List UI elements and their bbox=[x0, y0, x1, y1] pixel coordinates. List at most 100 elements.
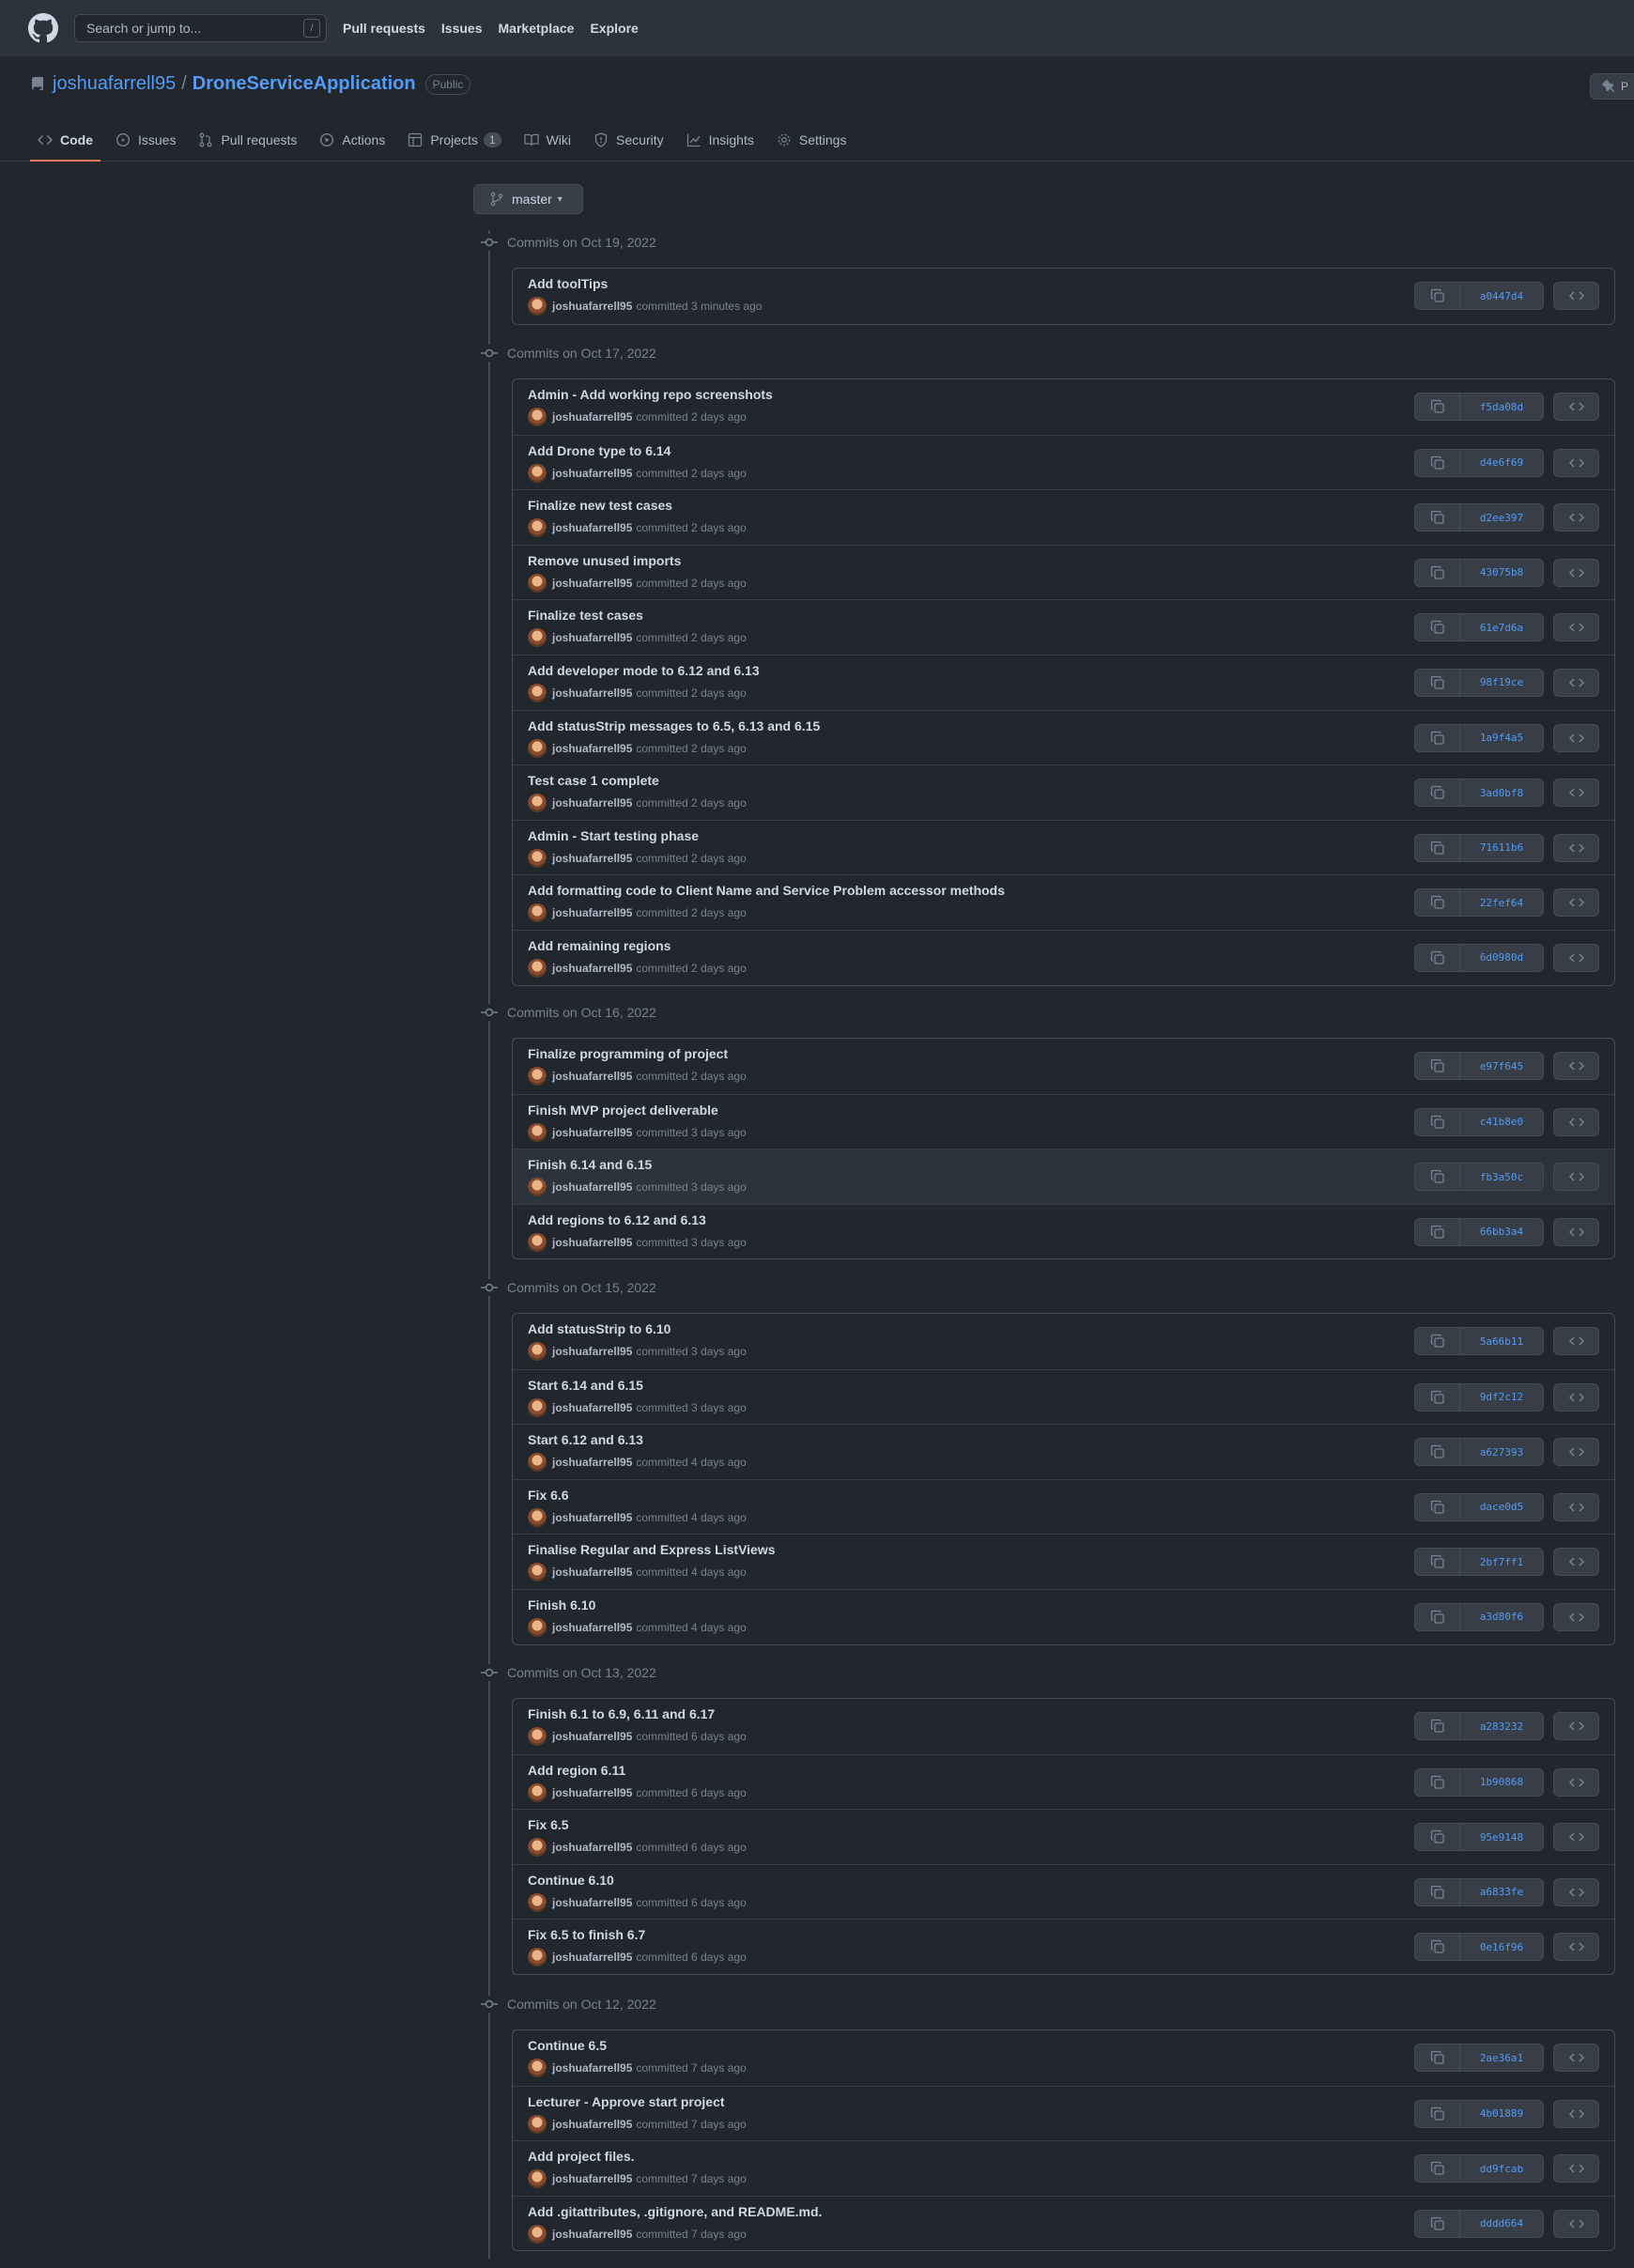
copy-sha-button[interactable] bbox=[1414, 613, 1460, 642]
avatar[interactable] bbox=[528, 1563, 547, 1582]
copy-sha-button[interactable] bbox=[1414, 779, 1460, 808]
browse-code-button[interactable] bbox=[1553, 2044, 1599, 2072]
copy-sha-button[interactable] bbox=[1414, 2209, 1460, 2238]
avatar[interactable] bbox=[528, 683, 547, 702]
copy-sha-button[interactable] bbox=[1414, 833, 1460, 862]
commit-author-link[interactable]: joshuafarrell95 bbox=[552, 1126, 632, 1139]
tab-projects[interactable]: Projects 1 bbox=[400, 120, 508, 162]
browse-code-button[interactable] bbox=[1553, 1933, 1599, 1962]
copy-sha-button[interactable] bbox=[1414, 1712, 1460, 1740]
commit-title-link[interactable]: Fix 6.5 bbox=[528, 1817, 569, 1832]
commit-sha-link[interactable]: 22fef64 bbox=[1460, 888, 1544, 918]
avatar[interactable] bbox=[528, 1782, 547, 1802]
avatar[interactable] bbox=[528, 848, 547, 868]
browse-code-button[interactable] bbox=[1553, 1548, 1599, 1577]
commit-author-link[interactable]: joshuafarrell95 bbox=[552, 1841, 632, 1854]
commit-sha-link[interactable]: 61e7d6a bbox=[1460, 613, 1544, 642]
tab-code[interactable]: Code bbox=[30, 120, 100, 162]
nav-pull-requests[interactable]: Pull requests bbox=[343, 21, 425, 36]
commit-sha-link[interactable]: fb3a50c bbox=[1460, 1163, 1544, 1192]
commit-title-link[interactable]: Add formatting code to Client Name and S… bbox=[528, 883, 1005, 898]
commit-sha-link[interactable]: f5da08d bbox=[1460, 393, 1544, 421]
commit-author-link[interactable]: joshuafarrell95 bbox=[552, 1566, 632, 1579]
copy-sha-button[interactable] bbox=[1414, 2044, 1460, 2072]
browse-code-button[interactable] bbox=[1553, 1438, 1599, 1467]
commit-title-link[interactable]: Fix 6.6 bbox=[528, 1488, 569, 1503]
commit-title-link[interactable]: Test case 1 complete bbox=[528, 773, 659, 788]
copy-sha-button[interactable] bbox=[1414, 723, 1460, 752]
avatar[interactable] bbox=[528, 794, 547, 813]
commit-sha-link[interactable]: d4e6f69 bbox=[1460, 448, 1544, 477]
repo-owner-link[interactable]: joshuafarrell95 bbox=[53, 73, 176, 95]
commit-sha-link[interactable]: dd9fcab bbox=[1460, 2154, 1544, 2183]
github-logo-icon[interactable] bbox=[28, 13, 58, 43]
search-input[interactable]: Search or jump to... / bbox=[74, 14, 327, 42]
copy-sha-button[interactable] bbox=[1414, 503, 1460, 532]
commit-author-link[interactable]: joshuafarrell95 bbox=[552, 1786, 632, 1799]
commit-author-link[interactable]: joshuafarrell95 bbox=[552, 300, 632, 313]
commit-title-link[interactable]: Finish 6.1 to 6.9, 6.11 and 6.17 bbox=[528, 1706, 715, 1721]
copy-sha-button[interactable] bbox=[1414, 1438, 1460, 1467]
commit-author-link[interactable]: joshuafarrell95 bbox=[552, 521, 632, 534]
browse-code-button[interactable] bbox=[1553, 558, 1599, 587]
copy-sha-button[interactable] bbox=[1414, 2154, 1460, 2183]
tab-wiki[interactable]: Wiki bbox=[516, 120, 578, 162]
commit-sha-link[interactable]: 43075b8 bbox=[1460, 558, 1544, 587]
copy-sha-button[interactable] bbox=[1414, 558, 1460, 587]
browse-code-button[interactable] bbox=[1553, 723, 1599, 752]
nav-explore[interactable]: Explore bbox=[590, 21, 638, 36]
avatar[interactable] bbox=[528, 408, 547, 426]
commit-author-link[interactable]: joshuafarrell95 bbox=[552, 962, 632, 975]
copy-sha-button[interactable] bbox=[1414, 448, 1460, 477]
avatar[interactable] bbox=[528, 463, 547, 483]
commit-author-link[interactable]: joshuafarrell95 bbox=[552, 1236, 632, 1249]
commit-author-link[interactable]: joshuafarrell95 bbox=[552, 1180, 632, 1194]
commit-author-link[interactable]: joshuafarrell95 bbox=[552, 1896, 632, 1909]
copy-sha-button[interactable] bbox=[1414, 393, 1460, 421]
commit-sha-link[interactable]: 9df2c12 bbox=[1460, 1382, 1544, 1412]
copy-sha-button[interactable] bbox=[1414, 668, 1460, 697]
copy-sha-button[interactable] bbox=[1414, 1767, 1460, 1797]
commit-sha-link[interactable]: dace0d5 bbox=[1460, 1492, 1544, 1521]
browse-code-button[interactable] bbox=[1553, 1767, 1599, 1797]
copy-sha-button[interactable] bbox=[1414, 943, 1460, 972]
commit-author-link[interactable]: joshuafarrell95 bbox=[552, 906, 632, 919]
browse-code-button[interactable] bbox=[1553, 1823, 1599, 1852]
tab-actions[interactable]: Actions bbox=[312, 120, 393, 162]
commit-author-link[interactable]: joshuafarrell95 bbox=[552, 1456, 632, 1469]
commit-author-link[interactable]: joshuafarrell95 bbox=[552, 2118, 632, 2131]
commit-author-link[interactable]: joshuafarrell95 bbox=[552, 2061, 632, 2075]
commit-author-link[interactable]: joshuafarrell95 bbox=[552, 796, 632, 810]
avatar[interactable] bbox=[528, 1067, 547, 1086]
commit-sha-link[interactable]: 1b90868 bbox=[1460, 1767, 1544, 1797]
copy-sha-button[interactable] bbox=[1414, 2099, 1460, 2128]
commit-sha-link[interactable]: 1a9f4a5 bbox=[1460, 723, 1544, 752]
copy-sha-button[interactable] bbox=[1414, 1877, 1460, 1906]
browse-code-button[interactable] bbox=[1553, 448, 1599, 477]
commit-sha-link[interactable]: a6833fe bbox=[1460, 1877, 1544, 1906]
avatar[interactable] bbox=[528, 1617, 547, 1637]
avatar[interactable] bbox=[528, 518, 547, 538]
commit-title-link[interactable]: Add project files. bbox=[528, 2149, 635, 2164]
browse-code-button[interactable] bbox=[1553, 779, 1599, 808]
commit-sha-link[interactable]: a0447d4 bbox=[1460, 282, 1544, 310]
commit-title-link[interactable]: Continue 6.5 bbox=[528, 2038, 607, 2053]
copy-sha-button[interactable] bbox=[1414, 1602, 1460, 1631]
avatar[interactable] bbox=[528, 738, 547, 758]
commit-title-link[interactable]: Finalize programming of project bbox=[528, 1046, 728, 1061]
commit-title-link[interactable]: Add regions to 6.12 and 6.13 bbox=[528, 1212, 706, 1227]
avatar[interactable] bbox=[528, 297, 547, 316]
copy-sha-button[interactable] bbox=[1414, 1107, 1460, 1136]
branch-select-button[interactable]: master ▾ bbox=[473, 184, 583, 214]
commit-sha-link[interactable]: 3ad0bf8 bbox=[1460, 779, 1544, 808]
commit-title-link[interactable]: Add statusStrip to 6.10 bbox=[528, 1321, 671, 1336]
browse-code-button[interactable] bbox=[1553, 1877, 1599, 1906]
commit-sha-link[interactable]: e97f645 bbox=[1460, 1052, 1544, 1080]
commit-title-link[interactable]: Add .gitattributes, .gitignore, and READ… bbox=[528, 2204, 822, 2219]
avatar[interactable] bbox=[528, 1507, 547, 1527]
avatar[interactable] bbox=[528, 2224, 547, 2244]
commit-author-link[interactable]: joshuafarrell95 bbox=[552, 1511, 632, 1524]
commit-sha-link[interactable]: a627393 bbox=[1460, 1438, 1544, 1467]
commit-author-link[interactable]: joshuafarrell95 bbox=[552, 2172, 632, 2185]
tab-security[interactable]: Security bbox=[586, 120, 671, 162]
